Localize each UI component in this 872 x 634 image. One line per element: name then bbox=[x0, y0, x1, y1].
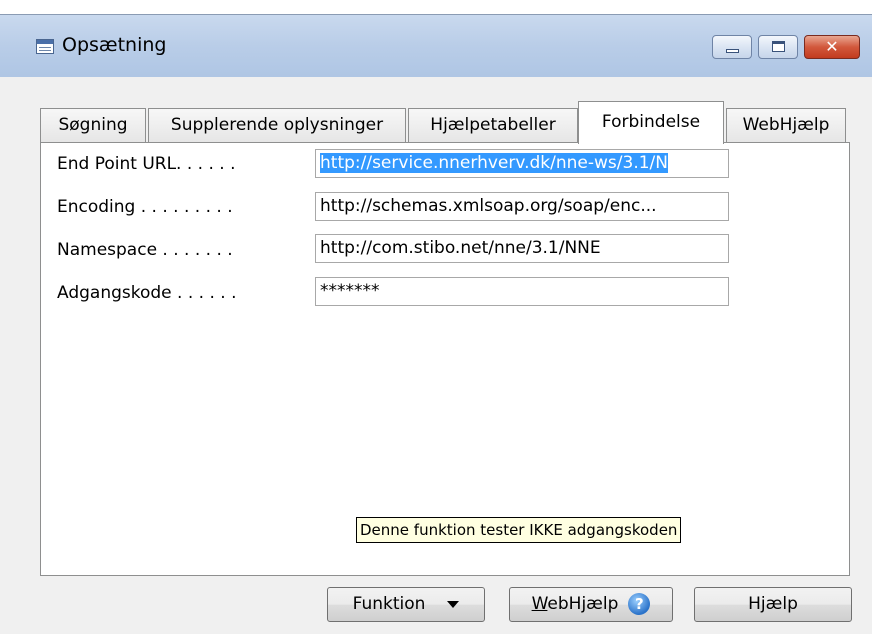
minimize-icon bbox=[726, 49, 739, 53]
webhjaelp-button[interactable]: WebHjælp? bbox=[509, 587, 673, 622]
namespace-field[interactable]: http://com.stibo.net/nne/3.1/NNE bbox=[315, 234, 729, 263]
end-point-url-field[interactable]: http://service.nnerhverv.dk/nne-ws/3.1/N bbox=[315, 149, 729, 178]
maximize-icon bbox=[772, 41, 785, 52]
adgangskode-label: Adgangskode . . . . . . bbox=[57, 283, 237, 303]
help-icon: ? bbox=[628, 593, 651, 615]
tab-supplerende-oplysninger[interactable]: Supplerende oplysninger bbox=[148, 108, 406, 142]
end-point-url-value: http://service.nnerhverv.dk/nne-ws/3.1/N bbox=[320, 153, 668, 173]
dropdown-arrow-icon bbox=[447, 600, 460, 608]
encoding-field[interactable]: http://schemas.xmlsoap.org/soap/enc... bbox=[315, 192, 729, 221]
webhjaelp-button-label: ebHjælp bbox=[547, 594, 619, 614]
namespace-label: Namespace . . . . . . . bbox=[57, 240, 233, 260]
tab-webhjaelp[interactable]: WebHjælp bbox=[726, 108, 846, 142]
setup-window: Opsætning ✕ Søgning Supplerende oplysnin… bbox=[0, 14, 872, 634]
webhjaelp-mnemonic: W bbox=[531, 594, 548, 614]
window-title: Opsætning bbox=[62, 34, 167, 56]
end-point-url-label: End Point URL. . . . . . bbox=[57, 154, 236, 174]
tab-hjaelpetabeller[interactable]: Hjælpetabeller bbox=[408, 108, 578, 142]
table-icon bbox=[36, 39, 54, 54]
maximize-button[interactable] bbox=[758, 35, 798, 59]
title-bar[interactable]: Opsætning ✕ bbox=[0, 15, 872, 77]
encoding-label: Encoding . . . . . . . . . bbox=[57, 197, 233, 217]
adgangskode-field[interactable]: ******* bbox=[315, 277, 729, 306]
close-icon: ✕ bbox=[825, 37, 839, 56]
tooltip: Denne funktion tester IKKE adgangskoden bbox=[356, 517, 682, 543]
funktion-button[interactable]: Funktion bbox=[327, 587, 485, 622]
hjaelp-button[interactable]: Hjælp bbox=[694, 587, 852, 622]
minimize-button[interactable] bbox=[712, 35, 752, 59]
funktion-button-label: Funktion bbox=[352, 594, 426, 614]
tab-forbindelse[interactable]: Forbindelse bbox=[578, 101, 724, 144]
close-button[interactable]: ✕ bbox=[804, 35, 860, 59]
tab-soegning[interactable]: Søgning bbox=[40, 108, 146, 142]
